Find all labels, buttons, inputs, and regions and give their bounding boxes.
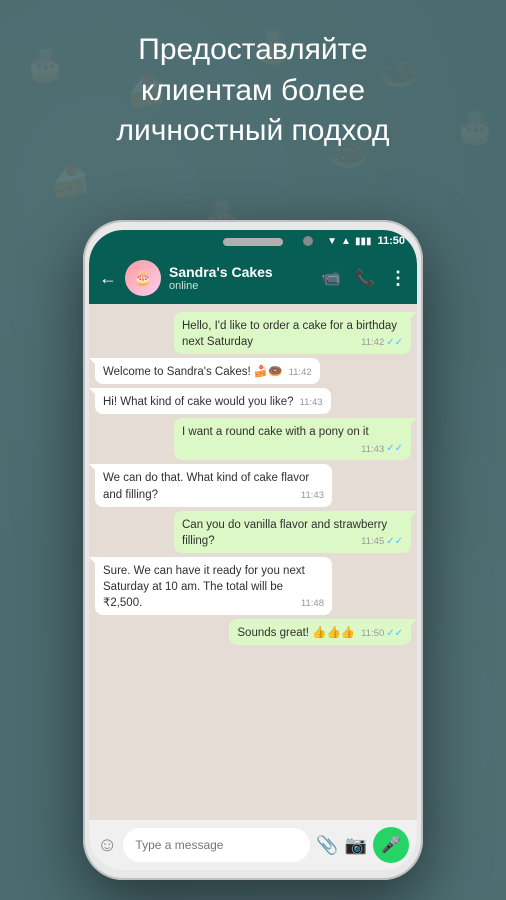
- message-text: Welcome to Sandra's Cakes! 🍰🍩: [103, 366, 283, 378]
- chat-header: ← 🎂 Sandra's Cakes online 📹 📞 ⋮: [89, 252, 417, 304]
- message-bubble: Hi! What kind of cake would you like? 11…: [95, 388, 331, 414]
- message-text: Sounds great! 👍👍👍: [237, 627, 355, 639]
- camera-button[interactable]: 📷: [345, 835, 367, 856]
- more-options-icon[interactable]: ⋮: [389, 268, 407, 289]
- mic-button[interactable]: 🎤: [373, 827, 409, 863]
- phone-inner: ▼ ▲ ▮▮▮ 11:50 ← 🎂 Sandra's Cakes online …: [89, 230, 417, 870]
- back-button[interactable]: ←: [99, 268, 117, 289]
- header-action-icons: 📹 📞 ⋮: [321, 268, 407, 289]
- message-time: 11:45: [361, 535, 384, 548]
- attach-button[interactable]: 📎: [316, 835, 338, 856]
- phone-speaker: [223, 238, 283, 246]
- contact-name: Sandra's Cakes: [169, 264, 313, 280]
- wifi-icon: ▲: [341, 236, 351, 247]
- message-time: 11:42: [361, 336, 384, 349]
- contact-status: online: [169, 280, 313, 292]
- phone-frame: ▼ ▲ ▮▮▮ 11:50 ← 🎂 Sandra's Cakes online …: [83, 220, 423, 880]
- message-ticks: ✓✓: [386, 336, 403, 350]
- message-text: We can do that. What kind of cake flavor…: [103, 472, 309, 500]
- message-time: 11:50: [361, 627, 384, 640]
- message-meta: 11:48: [301, 597, 324, 610]
- message-ticks: ✓✓: [386, 442, 403, 456]
- chat-screen: ▼ ▲ ▮▮▮ 11:50 ← 🎂 Sandra's Cakes online …: [89, 230, 417, 870]
- status-icons: ▼ ▲ ▮▮▮: [327, 236, 371, 247]
- message-meta: 11:42: [289, 366, 312, 379]
- message-bubble: Can you do vanilla flavor and strawberry…: [174, 511, 411, 553]
- message-bubble: Sure. We can have it ready for you next …: [95, 557, 332, 615]
- message-bubble: Welcome to Sandra's Cakes! 🍰🍩 11:42: [95, 358, 320, 384]
- emoji-button[interactable]: ☺: [97, 834, 117, 857]
- voice-call-icon[interactable]: 📞: [355, 268, 375, 289]
- message-meta: 11:43: [301, 489, 324, 502]
- input-area: ☺ 📎 📷 🎤: [89, 820, 417, 870]
- message-ticks: ✓✓: [386, 627, 403, 641]
- message-meta: 11:50 ✓✓: [361, 627, 403, 641]
- message-time: 11:42: [289, 366, 312, 379]
- message-text: Hi! What kind of cake would you like?: [103, 396, 293, 408]
- message-input[interactable]: [123, 828, 310, 862]
- message-meta: 11:43: [299, 396, 322, 409]
- contact-avatar: 🎂: [125, 260, 161, 296]
- message-bubble: We can do that. What kind of cake flavor…: [95, 464, 332, 506]
- phone-camera: [303, 236, 313, 246]
- signal-icon: ▼: [327, 236, 337, 247]
- message-time: 11:48: [301, 597, 324, 610]
- message-meta: 11:43 ✓✓: [361, 442, 403, 456]
- video-call-icon[interactable]: 📹: [321, 268, 341, 289]
- message-meta: 11:42 ✓✓: [361, 336, 403, 350]
- message-time: 11:43: [361, 443, 384, 456]
- contact-info: Sandra's Cakes online: [169, 264, 313, 292]
- status-time: 11:50: [377, 235, 405, 247]
- message-ticks: ✓✓: [386, 535, 403, 549]
- message-time: 11:43: [301, 489, 324, 502]
- messages-area: Hello, I'd like to order a cake for a bi…: [89, 304, 417, 820]
- message-text: Can you do vanilla flavor and strawberry…: [182, 519, 387, 547]
- message-time: 11:43: [299, 396, 322, 409]
- message-meta: 11:45 ✓✓: [361, 535, 403, 549]
- headline: Предоставляйте клиентам более личностный…: [0, 30, 506, 152]
- battery-icon: ▮▮▮: [355, 236, 372, 247]
- message-bubble: Sounds great! 👍👍👍 11:50 ✓✓: [229, 619, 411, 645]
- message-bubble: Hello, I'd like to order a cake for a bi…: [174, 312, 411, 354]
- message-bubble: I want a round cake with a pony on it 11…: [174, 418, 411, 460]
- message-text: Sure. We can have it ready for you next …: [103, 565, 305, 609]
- message-text: I want a round cake with a pony on it: [182, 426, 369, 438]
